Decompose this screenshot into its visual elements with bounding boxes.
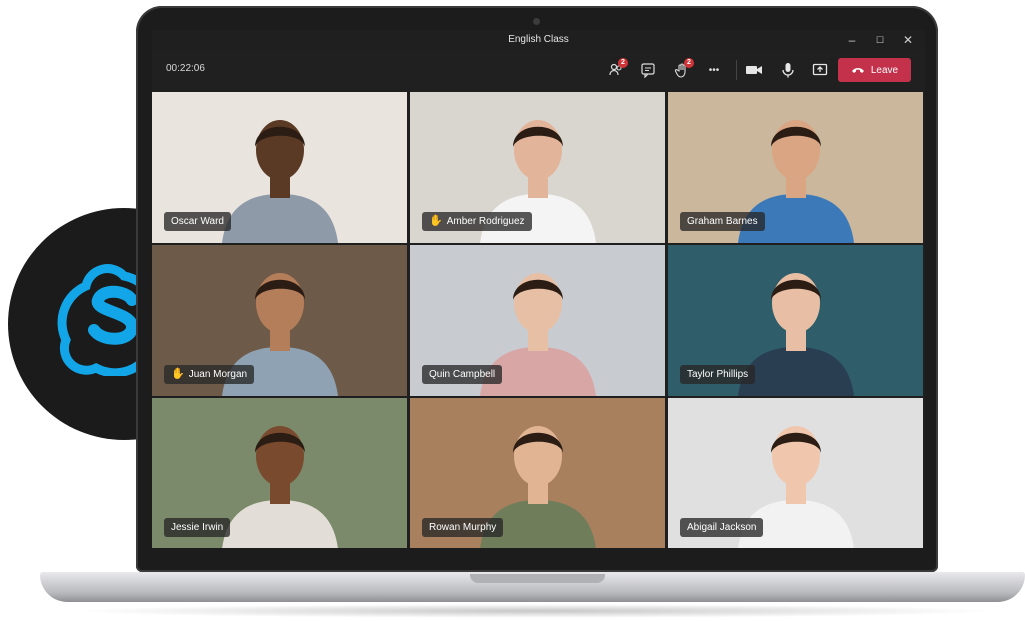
participant-name: Rowan Murphy xyxy=(429,522,497,533)
laptop-shadow xyxy=(70,604,1000,618)
participant-name-tag: Graham Barnes xyxy=(680,212,765,231)
participant-name: Jessie Irwin xyxy=(171,522,224,533)
phone-hangup-icon xyxy=(851,68,864,73)
participant-name-tag: Jessie Irwin xyxy=(164,518,231,537)
video-tile[interactable]: Abigail Jackson xyxy=(668,398,923,548)
title-bar: English Class – ☐ ✕ xyxy=(152,30,925,50)
more-icon: ••• xyxy=(708,64,720,76)
participant-name-tag: ✋ Juan Morgan xyxy=(164,365,255,384)
close-button[interactable]: ✕ xyxy=(898,32,918,48)
minimize-button[interactable]: – xyxy=(842,32,862,48)
raise-hand-badge: 2 xyxy=(684,58,694,68)
video-tile[interactable]: Jessie Irwin xyxy=(152,398,407,548)
participant-name: Graham Barnes xyxy=(687,216,758,227)
participant-name: Abigail Jackson xyxy=(687,522,757,533)
video-tile[interactable]: Quin Campbell xyxy=(410,245,665,396)
participant-name-tag: Quin Campbell xyxy=(422,365,503,384)
call-timer: 00:22:06 xyxy=(166,63,205,74)
video-tile[interactable]: Taylor Phillips xyxy=(668,245,923,396)
participant-name: Juan Morgan xyxy=(188,369,248,380)
participant-name-tag: ✋ Amber Rodriguez xyxy=(422,212,532,231)
video-tile[interactable]: Rowan Murphy xyxy=(410,398,665,548)
maximize-button[interactable]: ☐ xyxy=(870,32,890,48)
video-tile[interactable]: ✋ Amber Rodriguez xyxy=(410,92,665,243)
chat-icon xyxy=(641,63,655,78)
meeting-window: English Class – ☐ ✕ 00:22:06 2 2 ••• Lea… xyxy=(152,30,925,548)
leave-label: Leave xyxy=(870,64,899,76)
participants-badge: 2 xyxy=(618,58,628,68)
share-screen-icon xyxy=(812,63,828,76)
participant-name-tag: Rowan Murphy xyxy=(422,518,504,537)
video-grid: Oscar Ward ✋ Amber Rodriguez Graham Barnes ✋… xyxy=(152,92,925,548)
participant-name-tag: Oscar Ward xyxy=(164,212,231,231)
webcam xyxy=(533,18,540,25)
video-tile[interactable]: ✋ Juan Morgan xyxy=(152,245,407,396)
video-tile[interactable]: Graham Barnes xyxy=(668,92,923,243)
microphone-button[interactable] xyxy=(776,58,800,82)
chat-button[interactable] xyxy=(636,58,660,82)
share-screen-button[interactable] xyxy=(808,58,832,82)
participant-name-tag: Abigail Jackson xyxy=(680,518,764,537)
raised-hand-icon: ✋ xyxy=(171,368,185,380)
participant-name: Amber Rodriguez xyxy=(446,216,525,227)
camera-icon xyxy=(746,66,762,74)
mic-icon xyxy=(782,63,794,78)
raise-hand-button[interactable]: 2 xyxy=(670,58,694,82)
participant-name-tag: Taylor Phillips xyxy=(680,365,756,384)
camera-button[interactable] xyxy=(742,58,766,82)
video-tile[interactable]: Oscar Ward xyxy=(152,92,407,243)
participant-name: Quin Campbell xyxy=(429,369,496,380)
leave-button[interactable]: Leave xyxy=(838,58,911,82)
window-title: English Class xyxy=(508,34,569,45)
participant-name: Oscar Ward xyxy=(171,216,224,227)
laptop-notch xyxy=(470,574,605,583)
meeting-toolbar: 00:22:06 2 2 ••• Leave xyxy=(152,50,925,90)
participants-button[interactable]: 2 xyxy=(604,58,628,82)
raised-hand-icon: ✋ xyxy=(429,215,443,227)
toolbar-divider xyxy=(736,60,737,80)
more-options-button[interactable]: ••• xyxy=(702,58,726,82)
participant-name: Taylor Phillips xyxy=(687,369,749,380)
